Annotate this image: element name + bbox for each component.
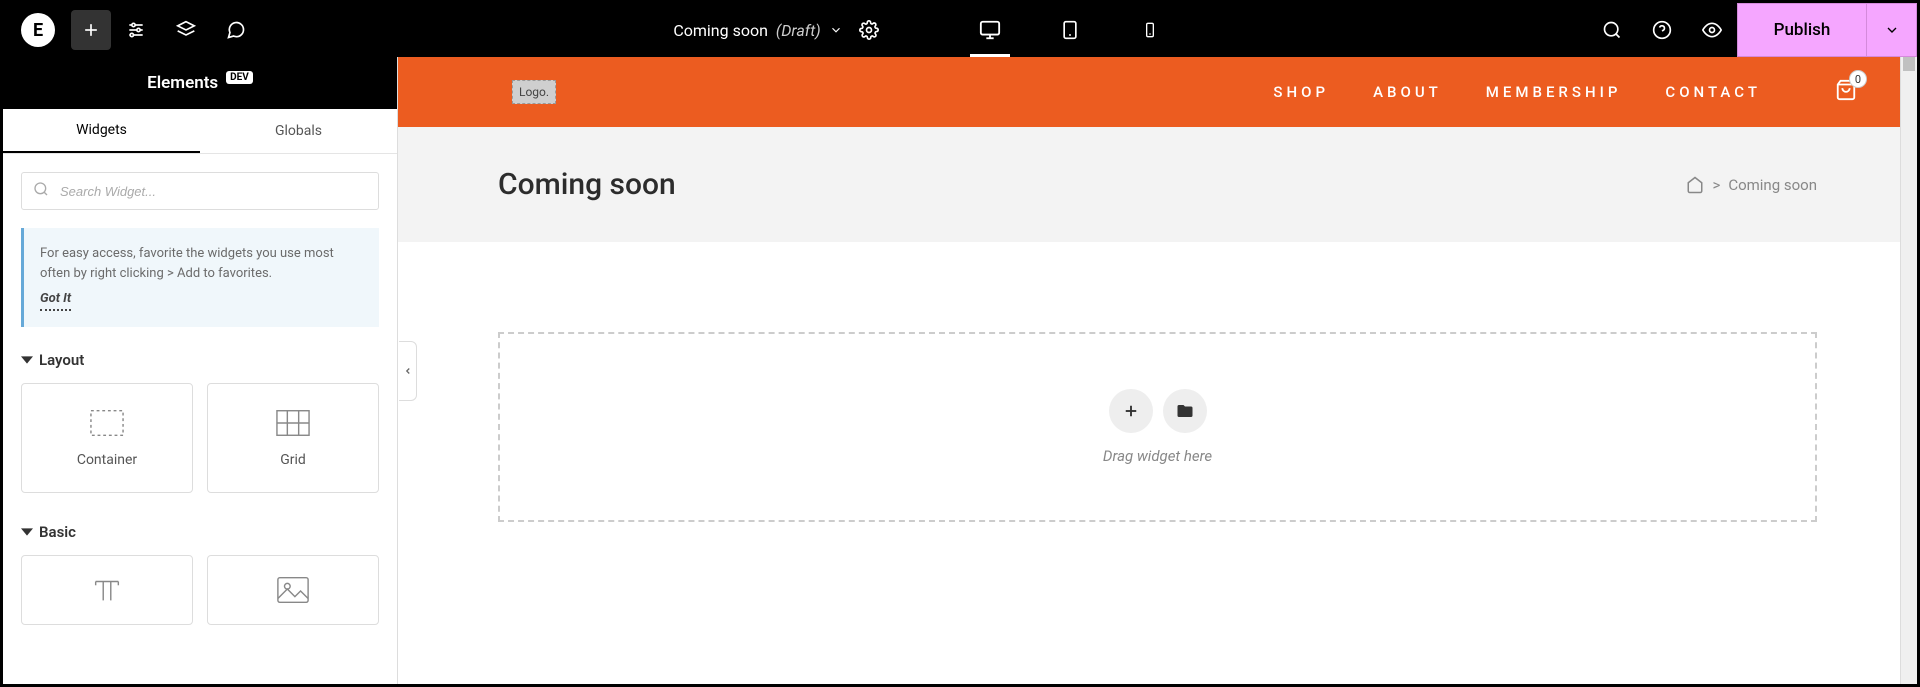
tab-widgets[interactable]: Widgets (3, 109, 200, 153)
breadcrumb-current: Coming soon (1728, 176, 1817, 194)
folder-icon (1176, 402, 1194, 420)
add-section-button[interactable] (1109, 389, 1153, 433)
preview-canvas: Logo. SHOP ABOUT MEMBERSHIP CONTACT 0 Co… (398, 57, 1917, 684)
publish-button[interactable]: Publish (1737, 3, 1867, 57)
gear-icon (859, 20, 879, 40)
layers-icon (176, 20, 196, 40)
eye-icon (1702, 20, 1722, 40)
tab-globals[interactable]: Globals (200, 109, 397, 153)
section-layout-toggle[interactable]: Layout (21, 351, 379, 369)
widget-container[interactable]: Container (21, 383, 193, 493)
canvas-body: Drag widget here (398, 242, 1917, 684)
dropzone-hint: Drag widget here (1103, 447, 1212, 465)
main-area: Elements DEV Widgets Globals For easy ac… (3, 57, 1917, 684)
search-icon (33, 181, 49, 201)
elementor-logo[interactable]: E (21, 13, 55, 47)
nav-link-contact[interactable]: CONTACT (1665, 83, 1761, 101)
cart-button[interactable]: 0 (1835, 78, 1857, 106)
favorites-tip: For easy access, favorite the widgets yo… (21, 228, 379, 327)
dev-badge: DEV (226, 71, 253, 84)
widget-image[interactable] (207, 555, 379, 625)
panel-body: For easy access, favorite the widgets yo… (3, 154, 397, 684)
widget-search-wrap (21, 172, 379, 210)
empty-dropzone[interactable]: Drag widget here (498, 332, 1817, 522)
topbar-center-group: Coming soon (Draft) (261, 3, 1587, 57)
cart-count-badge: 0 (1849, 70, 1867, 88)
section-layout-label: Layout (39, 351, 84, 369)
site-header: Logo. SHOP ABOUT MEMBERSHIP CONTACT 0 (398, 57, 1917, 127)
chevron-down-icon (829, 23, 843, 37)
caret-down-icon (21, 354, 33, 366)
notes-button[interactable] (211, 3, 261, 57)
help-button[interactable] (1637, 3, 1687, 57)
desktop-icon (979, 19, 1001, 41)
structure-button[interactable] (161, 3, 211, 57)
dropzone-buttons (1109, 389, 1207, 433)
tablet-icon (1060, 19, 1080, 41)
device-mobile[interactable] (1125, 3, 1175, 57)
canvas-scrollbar[interactable] (1900, 57, 1917, 684)
nav-link-membership[interactable]: MEMBERSHIP (1486, 83, 1622, 101)
topbar-left-group: E (3, 3, 261, 57)
add-template-button[interactable] (1163, 389, 1207, 433)
caret-down-icon (21, 526, 33, 538)
document-name: Coming soon (673, 21, 768, 40)
plus-icon (1122, 402, 1140, 420)
panel-tabs: Widgets Globals (3, 109, 397, 154)
breadcrumb-separator: > (1712, 176, 1720, 194)
page-title: Coming soon (498, 167, 676, 202)
document-settings-button[interactable] (859, 3, 879, 57)
page-title-bar: Coming soon > Coming soon (398, 127, 1917, 242)
search-icon (1602, 20, 1622, 40)
panel-title: Elements (147, 73, 218, 93)
editor-topbar: E Coming soon (Draft) (3, 3, 1917, 57)
widget-search-input[interactable] (21, 172, 379, 210)
chevron-left-icon (403, 366, 413, 376)
publish-label: Publish (1774, 20, 1831, 40)
home-icon[interactable] (1686, 176, 1704, 194)
document-status: (Draft) (776, 21, 821, 40)
elements-panel: Elements DEV Widgets Globals For easy ac… (3, 57, 398, 684)
chevron-down-icon (1884, 22, 1900, 38)
device-desktop[interactable] (965, 3, 1015, 57)
panel-header: Elements DEV (3, 57, 397, 109)
image-icon (276, 575, 310, 605)
layout-widgets: Container Grid (21, 383, 379, 493)
grid-icon (276, 408, 310, 438)
sliders-icon (126, 20, 146, 40)
basic-widgets (21, 555, 379, 625)
widget-heading[interactable] (21, 555, 193, 625)
mobile-icon (1142, 19, 1158, 41)
panel-collapse-handle[interactable] (399, 341, 417, 401)
preview-button[interactable] (1687, 3, 1737, 57)
widget-grid-label: Grid (280, 452, 306, 468)
tip-text: For easy access, favorite the widgets yo… (40, 246, 334, 281)
topbar-right-group: Publish (1587, 3, 1917, 57)
publish-options-button[interactable] (1867, 3, 1917, 57)
nav-link-about[interactable]: ABOUT (1373, 83, 1442, 101)
chat-icon (226, 20, 246, 40)
widget-grid[interactable]: Grid (207, 383, 379, 493)
section-basic-toggle[interactable]: Basic (21, 523, 379, 541)
text-icon (90, 575, 124, 605)
container-icon (90, 408, 124, 438)
nav-link-shop[interactable]: SHOP (1273, 83, 1329, 101)
page-settings-button[interactable] (111, 3, 161, 57)
section-basic-label: Basic (39, 523, 76, 541)
tip-gotit-button[interactable]: Got It (40, 289, 71, 311)
help-icon (1652, 20, 1672, 40)
site-nav: SHOP ABOUT MEMBERSHIP CONTACT 0 (1273, 78, 1857, 106)
plus-icon (81, 20, 101, 40)
add-element-button[interactable] (71, 10, 111, 50)
finder-button[interactable] (1587, 3, 1637, 57)
device-tablet[interactable] (1045, 3, 1095, 57)
site-logo-placeholder[interactable]: Logo. (512, 80, 556, 104)
breadcrumb: > Coming soon (1686, 176, 1817, 194)
document-title[interactable]: Coming soon (Draft) (673, 21, 842, 40)
responsive-switcher (965, 3, 1175, 57)
widget-container-label: Container (77, 452, 137, 468)
